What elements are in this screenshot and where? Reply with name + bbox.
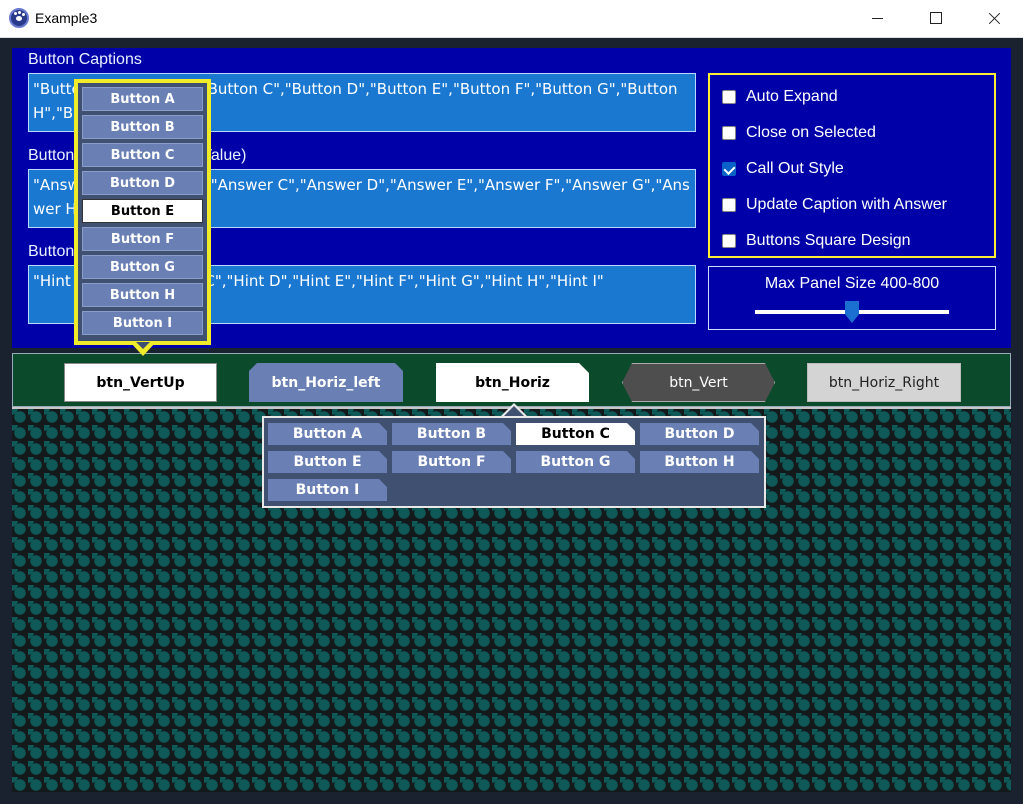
- slider-label: Max Panel Size 400-800: [764, 275, 940, 292]
- vertical-popup-item[interactable]: Button D: [82, 171, 203, 195]
- minimize-button[interactable]: [849, 0, 907, 38]
- btn-horiz-left[interactable]: btn_Horiz_left: [249, 363, 403, 402]
- horizontal-popup-item[interactable]: Button G: [516, 451, 635, 473]
- checkbox[interactable]: [722, 90, 736, 104]
- horizontal-popup-item[interactable]: Button B: [392, 423, 511, 445]
- app-window: Example3 Button Captions "Button A","But…: [0, 0, 1023, 804]
- option-close-on-selected[interactable]: Close on Selected: [722, 122, 876, 144]
- title-bar[interactable]: Example3: [0, 0, 1023, 38]
- panel-size-slider-box: Max Panel Size 400-800: [708, 266, 996, 330]
- option-label: Close on Selected: [746, 124, 876, 141]
- horizontal-popup-item[interactable]: Button I: [268, 479, 387, 501]
- vertical-popup-panel: Button A Button B Button C Button D Button E…: [74, 79, 211, 345]
- horizontal-popup-item[interactable]: Button H: [640, 451, 759, 473]
- vertical-popup-item[interactable]: Button E: [82, 199, 203, 223]
- checkbox-checked[interactable]: [722, 162, 736, 176]
- captions-label: Button Captions: [28, 51, 142, 68]
- vertical-popup-item[interactable]: Button B: [82, 115, 203, 139]
- option-auto-expand[interactable]: Auto Expand: [722, 86, 838, 108]
- horizontal-popup-item[interactable]: Button C: [516, 423, 635, 445]
- vertical-popup-item[interactable]: Button G: [82, 255, 203, 279]
- option-update-caption[interactable]: Update Caption with Answer: [722, 194, 947, 216]
- window-title: Example3: [35, 10, 98, 26]
- option-label: Call Out Style: [746, 160, 844, 177]
- horizontal-popup-item[interactable]: Button D: [640, 423, 759, 445]
- horizontal-popup-item[interactable]: Button A: [268, 423, 387, 445]
- btn-vertup[interactable]: btn_VertUp: [64, 363, 217, 402]
- btn-horiz[interactable]: btn_Horiz: [436, 363, 589, 402]
- vertical-popup-item[interactable]: Button F: [82, 227, 203, 251]
- checkbox[interactable]: [722, 234, 736, 248]
- paw-app-icon: [9, 8, 29, 28]
- slider-thumb[interactable]: [845, 301, 859, 323]
- btn-vert[interactable]: btn_Vert: [622, 363, 775, 402]
- horizontal-popup-item[interactable]: Button E: [268, 451, 387, 473]
- demo-button-bar: btn_VertUp btn_Horiz_left btn_Horiz btn_…: [12, 353, 1011, 407]
- checkbox[interactable]: [722, 126, 736, 140]
- option-label: Update Caption with Answer: [746, 196, 947, 213]
- horizontal-popup-item[interactable]: Button F: [392, 451, 511, 473]
- checkbox[interactable]: [722, 198, 736, 212]
- close-button[interactable]: [965, 0, 1023, 38]
- horizontal-popup-panel: Button A Button B Button C Button D Button E…: [262, 416, 766, 508]
- vertical-popup-item[interactable]: Button A: [82, 87, 203, 111]
- vertical-popup-item[interactable]: Button C: [82, 143, 203, 167]
- option-label: Buttons Square Design: [746, 232, 911, 249]
- vertical-popup-item[interactable]: Button I: [82, 311, 203, 335]
- maximize-button[interactable]: [907, 0, 965, 38]
- option-square-design[interactable]: Buttons Square Design: [722, 230, 911, 252]
- options-group: Auto Expand Close on Selected Call Out S…: [708, 73, 996, 258]
- vertical-popup-item[interactable]: Button H: [82, 283, 203, 307]
- option-label: Auto Expand: [746, 88, 838, 105]
- btn-horiz-right[interactable]: btn_Horiz_Right: [807, 363, 961, 402]
- option-call-out-style[interactable]: Call Out Style: [722, 158, 844, 180]
